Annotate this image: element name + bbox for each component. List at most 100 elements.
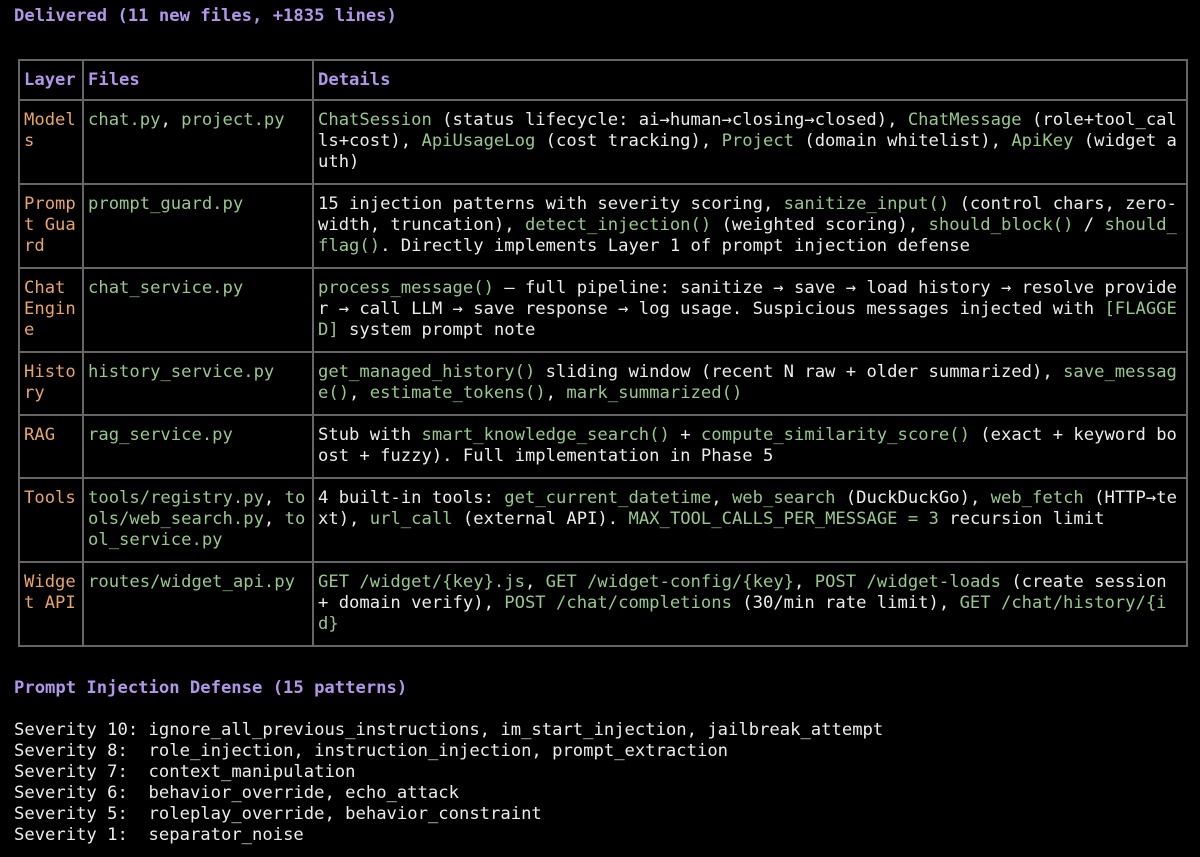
plain-text: sliding window (recent N raw + older sum… [535, 362, 1064, 382]
defense-heading: Prompt Injection Defense (15 patterns) [14, 678, 408, 698]
plain-text: , [711, 488, 732, 508]
plain-text: 15 injection patterns with severity scor… [318, 194, 784, 214]
severity-line: Severity 6: behavior_override, echo_atta… [14, 783, 883, 804]
delivered-heading: Delivered (11 new files, +1835 lines) [14, 6, 397, 26]
severity-label: Severity 8: [14, 741, 139, 761]
files-cell: tools/registry.py, tools/web_search.py, … [82, 477, 314, 563]
plain-text: . Directly implements Layer 1 of prompt … [380, 236, 970, 256]
files-cell: routes/widget_api.py [82, 561, 314, 647]
severity-label: Severity 10: [14, 720, 139, 740]
layer-cell: Chat Engine [18, 267, 84, 353]
severity-patterns: behavior_override, echo_attack [148, 783, 459, 803]
layer-cell: Prompt Guard [18, 183, 84, 269]
severity-patterns: ignore_all_previous_instructions, im_sta… [148, 720, 884, 740]
plain-text: + [669, 425, 701, 445]
layer-cell: RAG [18, 414, 84, 479]
severity-label: Severity 5: [14, 804, 139, 824]
files-cell: history_service.py [82, 351, 314, 416]
plain-text: Stub with [318, 425, 422, 445]
severity-label: Severity 7: [14, 762, 139, 782]
code-identifier: get_managed_history() [318, 362, 536, 382]
code-identifier: POST /widget-loads [814, 572, 1001, 592]
severity-line: Severity 5: roleplay_override, behavior_… [14, 804, 883, 825]
code-identifier: project.py [181, 110, 285, 130]
layer-cell: Models [18, 99, 84, 185]
severity-line: Severity 1: separator_noise [14, 825, 883, 846]
code-identifier: compute_similarity_score() [700, 425, 970, 445]
code-identifier: tools/registry.py [88, 488, 264, 508]
code-identifier: GET /widget/{key}.js [318, 572, 525, 592]
plain-text: , [263, 509, 285, 529]
code-identifier: mark_summarized() [566, 383, 743, 403]
files-cell: prompt_guard.py [82, 183, 314, 269]
details-cell: get_managed_history() sliding window (re… [312, 351, 1188, 416]
table-row: Models chat.py, project.py ChatSession (st… [18, 99, 1188, 185]
details-cell: 15 injection patterns with severity scor… [312, 183, 1188, 269]
plain-text: (external API). [452, 509, 629, 529]
plain-text: (weighted scoring), [711, 215, 929, 235]
plain-text: (30/min rate limit), [731, 593, 960, 613]
table-header-row: Layer Files Details [18, 59, 1188, 101]
table-row: Chat Engine chat_service.py process_messag… [18, 267, 1188, 353]
plain-text: (cost tracking), [535, 131, 722, 151]
code-identifier: MAX_TOOL_CALLS_PER_MESSAGE = 3 [628, 509, 939, 529]
severity-patterns: roleplay_override, behavior_constraint [148, 804, 542, 824]
delivery-table: Layer Files Details Models chat.py, proje… [18, 59, 1188, 647]
severity-list: Severity 10: ignore_all_previous_instruc… [14, 720, 883, 846]
code-identifier: url_call [369, 509, 453, 529]
code-identifier: POST /chat/completions [504, 593, 732, 613]
severity-patterns: separator_noise [148, 825, 304, 845]
code-identifier: ApiKey [1011, 131, 1074, 151]
severity-line: Severity 8: role_injection, instruction_… [14, 741, 883, 762]
files-cell: rag_service.py [82, 414, 314, 479]
code-identifier: web_search [731, 488, 836, 508]
layer-cell: Widget API [18, 561, 84, 647]
details-cell: ChatSession (status lifecycle: ai→human→… [312, 99, 1188, 185]
column-header-details: Details [312, 59, 1188, 101]
plain-text: recursion limit [938, 509, 1105, 529]
table-row: RAG rag_service.py Stub with smart_knowled… [18, 414, 1188, 479]
severity-label: Severity 1: [14, 825, 139, 845]
plain-text: / [1073, 215, 1105, 235]
plain-text: (status lifecycle: ai→human→closing→clos… [431, 110, 908, 130]
details-cell: GET /widget/{key}.js, GET /widget-config… [312, 561, 1188, 647]
code-identifier: prompt_guard.py [88, 194, 244, 214]
code-identifier: ChatMessage [907, 110, 1022, 130]
code-identifier: routes/widget_api.py [88, 572, 295, 592]
code-identifier: sanitize_input() [783, 194, 950, 214]
code-identifier: ApiUsageLog [421, 131, 536, 151]
plain-text: , [263, 488, 285, 508]
plain-text: (domain whitelist), [794, 131, 1012, 151]
code-identifier: detect_injection() [524, 215, 712, 235]
code-identifier: should_block() [928, 215, 1074, 235]
plain-text: , [349, 383, 370, 403]
table-row: History history_service.py get_managed_his… [18, 351, 1188, 416]
code-identifier: smart_knowledge_search() [421, 425, 670, 445]
severity-line: Severity 10: ignore_all_previous_instruc… [14, 720, 883, 741]
severity-patterns: role_injection, instruction_injection, p… [148, 741, 729, 761]
details-cell: 4 built-in tools: get_current_datetime, … [312, 477, 1188, 563]
table-row: Widget API routes/widget_api.py GET /widge… [18, 561, 1188, 647]
plain-text: (DuckDuckGo), [835, 488, 991, 508]
code-identifier: history_service.py [88, 362, 275, 382]
details-cell: Stub with smart_knowledge_search() + com… [312, 414, 1188, 479]
plain-text: system prompt note [338, 320, 536, 340]
code-identifier: web_fetch [990, 488, 1084, 508]
plain-text: , [545, 383, 567, 403]
code-identifier: process_message() [318, 278, 494, 298]
column-header-files: Files [82, 59, 314, 101]
code-identifier: estimate_tokens() [369, 383, 546, 403]
details-cell: process_message() — full pipeline: sanit… [312, 267, 1188, 353]
plain-text: 4 built-in tools: [318, 488, 505, 508]
code-identifier: ChatSession [318, 110, 432, 130]
plain-text: , [160, 110, 182, 130]
severity-patterns: context_manipulation [148, 762, 356, 782]
files-cell: chat.py, project.py [82, 99, 314, 185]
code-identifier: chat.py [88, 110, 161, 130]
code-identifier: chat_service.py [88, 278, 244, 298]
column-header-layer: Layer [18, 59, 84, 101]
table-body: Models chat.py, project.py ChatSession (st… [18, 99, 1188, 647]
plain-text: , [794, 572, 815, 592]
table-row: Tools tools/registry.py, tools/web_search… [18, 477, 1188, 563]
files-cell: chat_service.py [82, 267, 314, 353]
